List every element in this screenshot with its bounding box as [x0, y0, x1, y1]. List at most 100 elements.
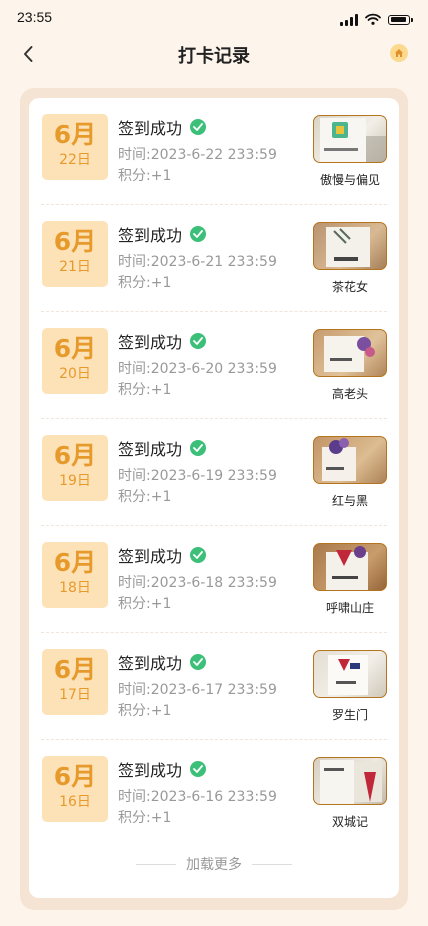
record-status: 签到成功 — [118, 757, 207, 781]
points-label: 积分: — [118, 382, 151, 398]
record-time: 时间:2023-6-16 233:59 — [118, 786, 277, 806]
record-status: 签到成功 — [118, 650, 207, 674]
date-badge: 6月 21日 — [42, 221, 108, 287]
list-item[interactable]: 6月 21日 签到成功 时间:2023-6-21 233:59 积分:+1 茶花… — [29, 205, 399, 312]
record-status: 签到成功 — [118, 543, 207, 567]
list-item[interactable]: 6月 17日 签到成功 时间:2023-6-17 233:59 积分:+1 罗生… — [29, 633, 399, 740]
list-item[interactable]: 6月 19日 签到成功 时间:2023-6-19 233:59 积分:+1 红与… — [29, 419, 399, 526]
points-value: +1 — [150, 275, 172, 291]
record-points: 积分:+1 — [118, 700, 171, 720]
home-icon — [395, 49, 403, 57]
time-value: 2023-6-17 233:59 — [150, 682, 277, 698]
book-cover-image[interactable] — [313, 115, 387, 163]
points-value: +1 — [150, 168, 172, 184]
record-time: 时间:2023-6-22 233:59 — [118, 144, 277, 164]
check-circle-icon — [190, 547, 207, 563]
date-month: 6月 — [53, 655, 97, 684]
records-list: 6月 22日 签到成功 时间:2023-6-22 233:59 积分:+1 傲慢… — [29, 98, 399, 898]
time-value: 2023-6-16 233:59 — [150, 789, 277, 805]
signal-icon — [340, 13, 358, 26]
date-day: 21日 — [59, 259, 91, 275]
status-text: 签到成功 — [118, 654, 183, 673]
date-month: 6月 — [53, 334, 97, 363]
book-cover-image[interactable] — [313, 436, 387, 484]
date-month: 6月 — [53, 441, 97, 470]
date-badge: 6月 16日 — [42, 756, 108, 822]
time-value: 2023-6-18 233:59 — [150, 575, 277, 591]
points-label: 积分: — [118, 275, 151, 291]
book-title: 茶花女 — [331, 280, 368, 294]
book-cover-image[interactable] — [313, 650, 387, 698]
list-item[interactable]: 6月 22日 签到成功 时间:2023-6-22 233:59 积分:+1 傲慢… — [29, 98, 399, 205]
time-value: 2023-6-22 233:59 — [150, 147, 277, 163]
book-title: 呼啸山庄 — [325, 601, 374, 615]
book-cover-image[interactable] — [313, 543, 387, 591]
date-month: 6月 — [53, 548, 97, 577]
time-value: 2023-6-19 233:59 — [150, 468, 277, 484]
points-value: +1 — [150, 382, 172, 398]
time-label: 时间: — [118, 468, 151, 484]
record-points: 积分:+1 — [118, 379, 171, 399]
status-text: 签到成功 — [118, 119, 183, 138]
book-title: 双城记 — [331, 815, 368, 829]
book-title: 傲慢与偏见 — [319, 173, 380, 187]
record-time: 时间:2023-6-18 233:59 — [118, 572, 277, 592]
date-day: 19日 — [59, 473, 91, 489]
record-time: 时间:2023-6-17 233:59 — [118, 679, 277, 699]
points-label: 积分: — [118, 703, 151, 719]
points-value: +1 — [150, 489, 172, 505]
points-label: 积分: — [118, 596, 151, 612]
record-time: 时间:2023-6-20 233:59 — [118, 358, 277, 378]
status-text: 签到成功 — [118, 440, 183, 459]
book-title: 红与黑 — [331, 494, 368, 508]
time-label: 时间: — [118, 147, 151, 163]
status-time: 23:55 — [17, 9, 53, 25]
battery-icon — [388, 14, 413, 25]
date-day: 17日 — [59, 687, 91, 703]
record-status: 签到成功 — [118, 115, 207, 139]
status-text: 签到成功 — [118, 226, 183, 245]
date-month: 6月 — [53, 762, 97, 791]
date-month: 6月 — [53, 120, 97, 149]
page-title: 打卡记录 — [178, 46, 250, 67]
check-circle-icon — [190, 761, 207, 777]
record-status: 签到成功 — [118, 436, 207, 460]
record-points: 积分:+1 — [118, 807, 171, 827]
list-item[interactable]: 6月 20日 签到成功 时间:2023-6-20 233:59 积分:+1 高老… — [29, 312, 399, 419]
record-time: 时间:2023-6-19 233:59 — [118, 465, 277, 485]
book-cover-image[interactable] — [313, 329, 387, 377]
book-cover-image[interactable] — [313, 222, 387, 270]
date-day: 18日 — [59, 580, 91, 596]
book-cover-image[interactable] — [313, 757, 387, 805]
record-points: 积分:+1 — [118, 272, 171, 292]
check-circle-icon — [190, 440, 207, 456]
book-title: 罗生门 — [331, 708, 368, 722]
record-status: 签到成功 — [118, 222, 207, 246]
date-day: 16日 — [59, 794, 91, 810]
record-time: 时间:2023-6-21 233:59 — [118, 251, 277, 271]
navigation-bar: 打卡记录 — [0, 34, 428, 74]
time-label: 时间: — [118, 575, 151, 591]
date-month: 6月 — [53, 227, 97, 256]
time-label: 时间: — [118, 682, 151, 698]
list-item[interactable]: 6月 18日 签到成功 时间:2023-6-18 233:59 积分:+1 呼啸… — [29, 526, 399, 633]
points-label: 积分: — [118, 489, 151, 505]
date-badge: 6月 18日 — [42, 542, 108, 608]
wifi-icon — [365, 10, 381, 29]
time-label: 时间: — [118, 254, 151, 270]
load-more-label: 加载更多 — [186, 857, 242, 873]
check-circle-icon — [190, 226, 207, 242]
time-value: 2023-6-20 233:59 — [150, 361, 277, 377]
status-bar: 23:55 — [0, 0, 428, 34]
load-more-button[interactable]: 加载更多 — [29, 854, 399, 874]
time-value: 2023-6-21 233:59 — [150, 254, 277, 270]
record-status: 签到成功 — [118, 329, 207, 353]
time-label: 时间: — [118, 789, 151, 805]
home-button[interactable] — [390, 44, 408, 62]
list-item[interactable]: 6月 16日 签到成功 时间:2023-6-16 233:59 积分:+1 双城… — [29, 740, 399, 847]
points-value: +1 — [150, 810, 172, 826]
date-badge: 6月 19日 — [42, 435, 108, 501]
book-title: 高老头 — [331, 387, 368, 401]
points-value: +1 — [150, 703, 172, 719]
date-day: 22日 — [59, 152, 91, 168]
